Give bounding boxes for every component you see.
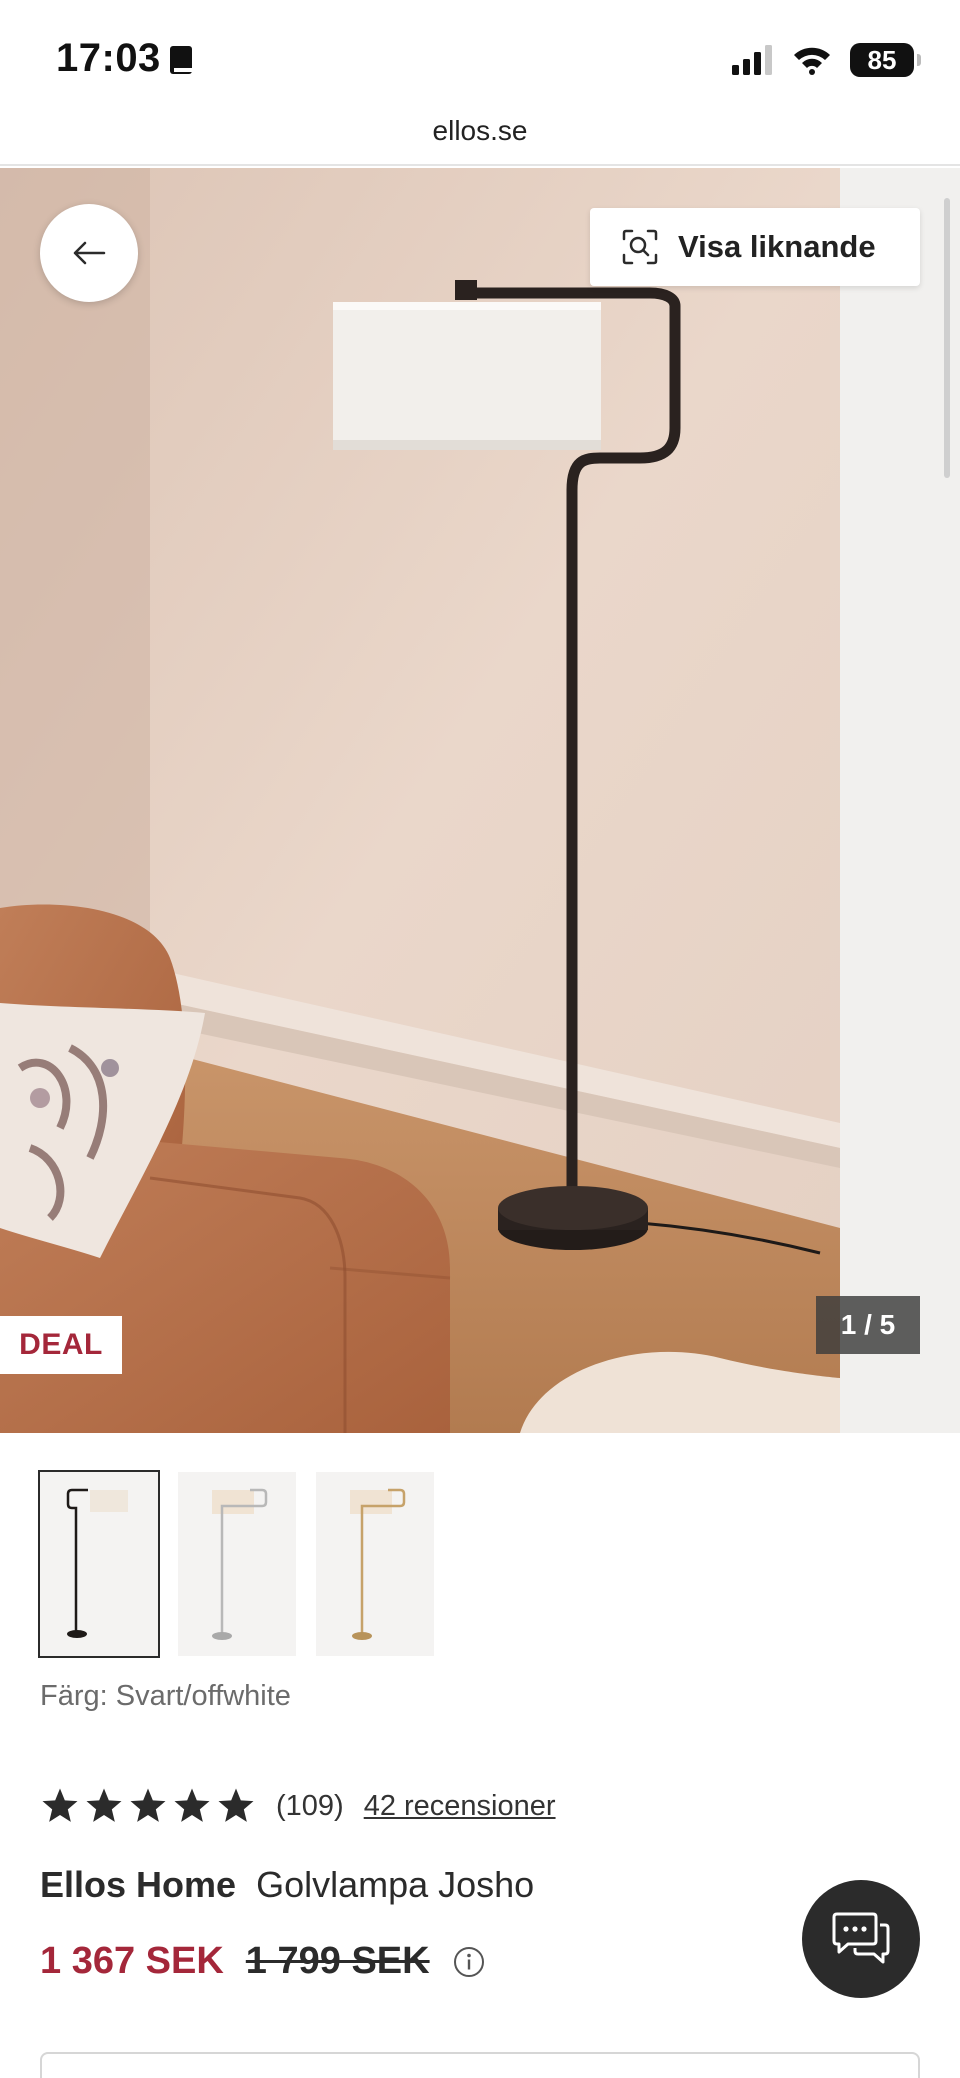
star-icon <box>86 1788 122 1822</box>
thumbnail-brass-offwhite[interactable] <box>316 1472 434 1656</box>
rating-row: (109) 42 recensioner <box>40 1784 556 1828</box>
reviews-link[interactable]: 42 recensioner <box>364 1790 556 1823</box>
scroll-indicator[interactable] <box>944 198 950 478</box>
divider <box>0 164 960 166</box>
visual-search-icon <box>622 229 658 265</box>
battery-indicator: 85 <box>850 43 921 77</box>
star-rating <box>40 1786 256 1826</box>
thumbnail-image <box>178 1472 296 1656</box>
info-icon[interactable] <box>452 1945 486 1979</box>
thumbnail-strip <box>38 1470 434 1658</box>
wifi-icon <box>794 47 830 75</box>
original-price: 1 799 SEK <box>245 1940 430 1982</box>
star-icon <box>130 1788 166 1822</box>
url-bar[interactable]: ellos.se <box>0 110 960 164</box>
back-button[interactable] <box>40 204 138 302</box>
color-label: Färg: Svart/offwhite <box>40 1680 291 1712</box>
thumbnail-image <box>316 1472 434 1656</box>
star-icon <box>218 1788 254 1822</box>
arrow-left-icon <box>73 241 106 265</box>
status-bar: 17:03 85 <box>0 0 960 116</box>
price-row: 1 367 SEK 1 799 SEK <box>40 1940 486 1983</box>
deal-badge: DEAL <box>0 1316 122 1374</box>
star-icon <box>42 1788 78 1822</box>
product-image-carousel[interactable] <box>0 168 960 1433</box>
star-icon <box>174 1788 210 1822</box>
brand-name[interactable]: Ellos Home <box>40 1864 236 1905</box>
product-title: Ellos Home Golvlampa Josho <box>40 1864 534 1906</box>
thumbnail-black-offwhite[interactable] <box>38 1470 160 1658</box>
status-icons: 85 <box>732 40 921 80</box>
book-icon <box>170 46 192 74</box>
thumbnail-image <box>40 1472 158 1656</box>
product-photo <box>0 168 840 1433</box>
size-selector[interactable] <box>40 2052 920 2078</box>
status-time: 17:03 <box>56 36 161 80</box>
show-similar-label: Visa liknande <box>678 229 876 264</box>
image-counter: 1 / 5 <box>816 1296 920 1354</box>
thumbnail-chrome-offwhite[interactable] <box>178 1472 296 1656</box>
cellular-signal-icon <box>732 45 772 75</box>
rating-count: (109) <box>276 1789 344 1822</box>
chat-icon <box>832 1912 890 1964</box>
current-price: 1 367 SEK <box>40 1940 224 1982</box>
product-name: Golvlampa Josho <box>256 1864 535 1905</box>
show-similar-button[interactable]: Visa liknande <box>590 208 920 286</box>
chat-button[interactable] <box>802 1880 920 1998</box>
